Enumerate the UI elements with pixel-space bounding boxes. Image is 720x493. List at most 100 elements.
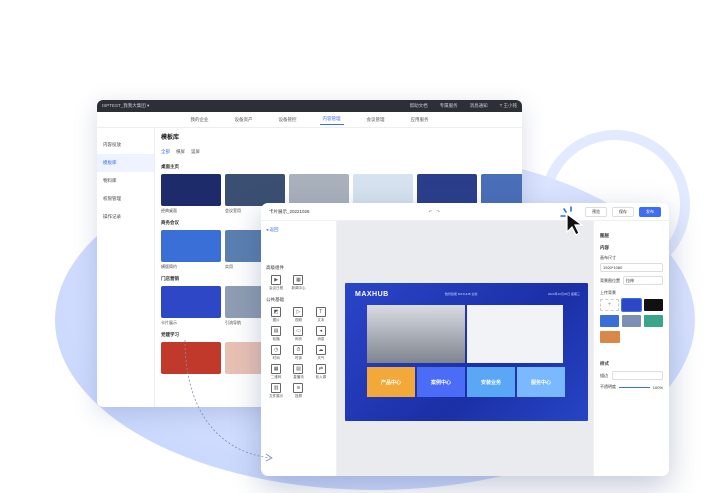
component-item[interactable]: ▶ 会议日程 <box>266 275 286 291</box>
background-swatch[interactable] <box>600 315 619 327</box>
slide-tile[interactable]: 服务中心 <box>517 367 565 397</box>
preview-button[interactable]: 预览 <box>585 206 607 217</box>
layer-section-title: 图层 <box>600 233 609 238</box>
background-swatch[interactable] <box>600 331 620 343</box>
user-menu[interactable]: T 王小铭 <box>500 103 517 109</box>
component-icon: ▤ <box>293 364 304 374</box>
nav-tab[interactable]: 设备资产 <box>232 115 256 125</box>
mouse-cursor-icon <box>560 206 584 236</box>
component-icon: T <box>315 307 326 317</box>
component-label: 投屏 <box>294 394 302 398</box>
background-swatch[interactable] <box>622 315 641 327</box>
component-item[interactable]: T 文本 <box>311 307 331 323</box>
swatch-row <box>600 315 663 327</box>
background-swatch[interactable]: + <box>600 299 620 311</box>
slide-preview[interactable]: MAXHUB 数智赋能 MAXHUB 全新 2022年10月26日 星期三 产品… <box>345 283 588 421</box>
bg-position-select[interactable]: 拉伸 <box>623 276 663 285</box>
component-item[interactable]: ◩ 图片 <box>266 307 286 323</box>
component-icon: ▭ <box>293 326 304 336</box>
opacity-slider[interactable] <box>619 386 650 388</box>
sidebar-item[interactable]: 操作记录 <box>97 208 154 226</box>
marketing-hero: ISPTEST_我我大集团 ▾ 帮助文档 专属服务 消息通知 T 王小铭 我的企… <box>0 0 720 493</box>
border-label: 描边 <box>600 372 608 378</box>
component-item[interactable]: ▷ 视频 <box>288 307 308 323</box>
slide-subtitle: 数智赋能 MAXHUB 全新 <box>445 292 478 296</box>
filter-tabs: 全部 横屏 竖屏 <box>161 149 514 155</box>
nav-tab[interactable]: 内容管理 <box>319 114 344 125</box>
slide-photo-room <box>367 305 465 363</box>
template-name: 横版简约 <box>161 264 177 269</box>
component-grid: ▶ 会议日程 ▦ 新闻中心 <box>266 275 331 291</box>
component-label: 网页 <box>294 337 302 341</box>
editor-toolbar: 卡片展示_20221026 ↶ ↷ 预览 保存 发布 <box>261 203 669 221</box>
filter-tab[interactable]: 横屏 <box>176 149 185 154</box>
slide-date: 2022年10月26日 星期三 <box>547 292 580 296</box>
template-name: 卡片展示 <box>161 320 177 325</box>
component-item[interactable]: ⏱ 时钟 <box>288 345 308 361</box>
help-docs-link[interactable]: 帮助文档 <box>410 103 428 109</box>
properties-panel: 图层 内容 画布尺寸 1920*1080 背景图位置 拉伸 上传背景 + 样式 … <box>593 221 669 476</box>
component-label: 消息 <box>317 337 325 341</box>
background-swatch[interactable] <box>621 298 643 312</box>
swatch-row: + <box>600 298 663 312</box>
nav-tab[interactable]: 我的企业 <box>188 115 212 125</box>
template-card[interactable]: 卡片展示 <box>161 286 221 328</box>
nav-tab[interactable]: 设备管控 <box>276 115 300 125</box>
component-icon: ☁ <box>315 345 326 355</box>
slide-tile[interactable]: 案例中心 <box>417 367 465 397</box>
template-thumbnail <box>353 174 413 206</box>
component-icon: ◂ <box>315 326 326 336</box>
component-item[interactable]: ▦ 新闻中心 <box>288 275 308 291</box>
component-item[interactable]: ◂ 消息 <box>311 326 331 342</box>
redo-icon[interactable]: ↷ <box>436 209 440 215</box>
component-label: 天气 <box>317 356 325 360</box>
back-link[interactable]: ◂ 返回 <box>266 227 331 233</box>
component-icon: ▶ <box>271 275 282 285</box>
component-icon: ◩ <box>271 307 282 317</box>
component-item[interactable]: ≋ 投屏 <box>288 383 308 399</box>
component-icon: ⏱ <box>293 345 304 355</box>
component-label: 视频 <box>294 318 302 322</box>
sidebar-item[interactable]: 内容投放 <box>97 136 154 154</box>
nav-tab[interactable]: 会议管理 <box>364 115 388 125</box>
sidebar-item[interactable]: 物料库 <box>97 172 154 190</box>
support-link[interactable]: 专属服务 <box>440 103 458 109</box>
opacity-label: 不透明度 <box>600 384 616 389</box>
slide-logo: MAXHUB <box>355 291 389 298</box>
component-label: 新闻中心 <box>291 286 306 290</box>
slide-tile[interactable]: 安装业务 <box>467 367 515 397</box>
sidebar: 内容投放 模板库 物料库 权限管理 操作记录 <box>97 128 155 407</box>
slide-tile[interactable]: 产品中心 <box>367 367 415 397</box>
component-item[interactable]: ☁ 天气 <box>311 345 331 361</box>
page-title: 模板库 <box>161 135 180 141</box>
nav-tab[interactable]: 应用服务 <box>408 115 432 125</box>
component-icon: ≋ <box>293 383 304 393</box>
org-switcher[interactable]: ISPTEST_我我大集团 ▾ <box>102 103 398 109</box>
background-swatch[interactable] <box>644 315 663 327</box>
component-label: 图片 <box>272 318 280 322</box>
filter-tab[interactable]: 竖屏 <box>191 149 200 154</box>
sidebar-item[interactable]: 模板库 <box>97 154 154 172</box>
sidebar-item[interactable]: 权限管理 <box>97 190 154 208</box>
undo-icon[interactable]: ↶ <box>428 209 432 215</box>
border-field[interactable] <box>612 371 663 380</box>
filter-tab[interactable]: 全部 <box>161 149 170 154</box>
component-item[interactable]: ▤ 直播流 <box>288 364 308 380</box>
template-editor-window: 卡片展示_20221026 ↶ ↷ 预览 保存 发布 ◂ 返回 高级组件 ▶ 会议日… <box>261 203 669 476</box>
template-thumbnail <box>225 174 285 206</box>
template-card[interactable]: 经典桌面 <box>161 174 221 216</box>
component-item[interactable]: ▭ 网页 <box>288 326 308 342</box>
template-card[interactable]: 横版简约 <box>161 230 221 272</box>
canvas-size-field[interactable]: 1920*1080 <box>600 263 663 272</box>
background-swatch[interactable] <box>644 299 663 311</box>
editor-canvas[interactable]: MAXHUB 数智赋能 MAXHUB 全新 2022年10月26日 星期三 产品… <box>337 221 593 476</box>
component-item[interactable]: ⇄ 轮入源 <box>311 364 331 380</box>
publish-button[interactable]: 发布 <box>639 206 661 217</box>
main-nav: 我的企业 设备资产 设备管控 内容管理 会议管理 应用服务 <box>97 112 522 128</box>
component-group-title: 公共基础 <box>266 297 284 302</box>
top-bar: ISPTEST_我我大集团 ▾ 帮助文档 专属服务 消息通知 T 王小铭 <box>97 100 522 112</box>
notifications-link[interactable]: 消息通知 <box>470 103 488 109</box>
slide-photo-product <box>467 305 563 363</box>
component-icon: ▷ <box>293 307 304 317</box>
save-button[interactable]: 保存 <box>612 206 634 217</box>
